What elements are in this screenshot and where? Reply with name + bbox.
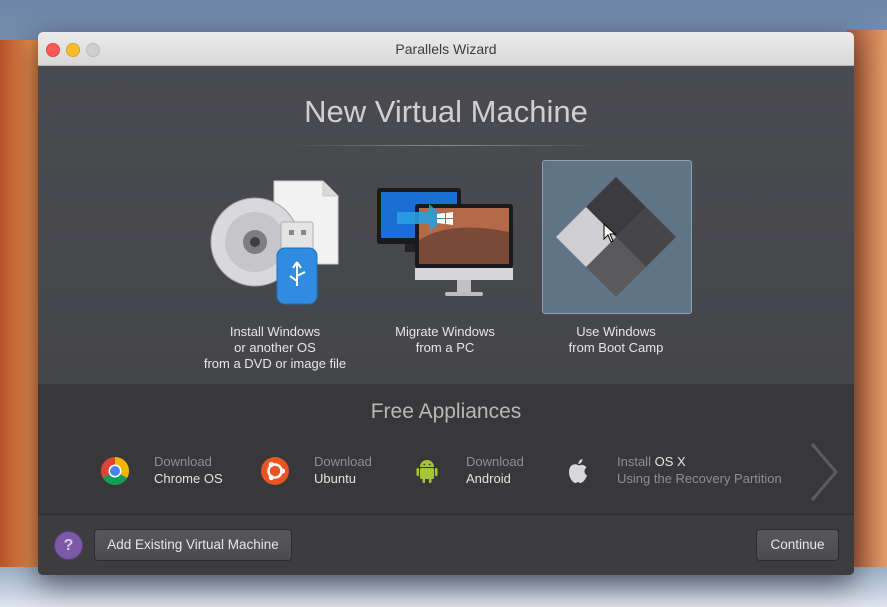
appliance-ubuntu[interactable]: Download Ubuntu [260,452,390,492]
option-migrate-line1: Migrate Windows [395,324,495,339]
appliance-osx-prefix: Install [617,454,651,469]
appliance-os-x[interactable]: Install OS X Using the Recovery Partitio… [563,452,798,492]
heading-divider [288,145,604,146]
apple-icon [569,459,587,483]
footer-bar: ? Add Existing Virtual Machine Continue [38,514,854,575]
ubuntu-icon [261,457,289,485]
appliance-ubuntu-line1: Download [314,454,372,469]
option-install-windows[interactable] [201,160,349,312]
appliance-android-line1: Download [466,454,524,469]
option-boot-camp-label: Use Windows from Boot Camp [521,324,711,356]
option-bootcamp-line2: from Boot Camp [568,340,664,355]
window-title: Parallels Wizard [395,41,497,57]
add-existing-vm-button[interactable]: Add Existing Virtual Machine [94,529,292,561]
appliance-osx-line1: Install OS X [617,454,686,469]
title-bar[interactable]: Parallels Wizard [38,32,854,66]
option-migrate-line2: from a PC [415,340,475,355]
free-appliances-heading: Free Appliances [370,400,522,423]
wizard-window: Parallels Wizard New Virtual Machine Ins… [38,32,854,575]
option-install-line1: Install Windows [229,324,321,339]
continue-button[interactable]: Continue [756,529,839,561]
new-vm-section: New Virtual Machine Install Windows or a… [38,66,854,384]
migrate-pc-icon [377,188,513,296]
appliance-android[interactable]: Download Android [412,452,542,492]
appliance-ubuntu-line2: Ubuntu [314,471,356,486]
appliance-chrome-line2: Chrome OS [154,471,223,486]
option-migrate-windows-label: Migrate Windows from a PC [350,324,540,356]
option-install-windows-label: Install Windows or another OS from a DVD… [180,324,370,372]
option-migrate-windows[interactable] [371,160,519,312]
option-boot-camp[interactable] [542,160,692,314]
option-install-line3: from a DVD or image file [203,356,347,371]
chrome-icon [101,457,129,485]
appliance-android-line2: Android [466,471,511,486]
option-bootcamp-line1: Use Windows [576,324,656,339]
boot-camp-icon [556,177,676,297]
dvd-usb-icon [210,180,339,305]
appliance-osx-line2: Using the Recovery Partition [617,471,782,486]
help-button[interactable]: ? [54,531,83,560]
android-icon [416,460,438,483]
free-appliances-section: Free Appliances Download Chrome OS Downl… [38,384,854,514]
appliance-chrome-os[interactable]: Download Chrome OS [100,452,250,492]
page-title: New Virtual Machine [304,94,588,129]
appliance-osx-highlight: OS X [654,454,686,469]
chevron-right-icon[interactable] [806,440,842,504]
option-install-line2: or another OS [234,340,316,355]
appliance-chrome-line1: Download [154,454,212,469]
